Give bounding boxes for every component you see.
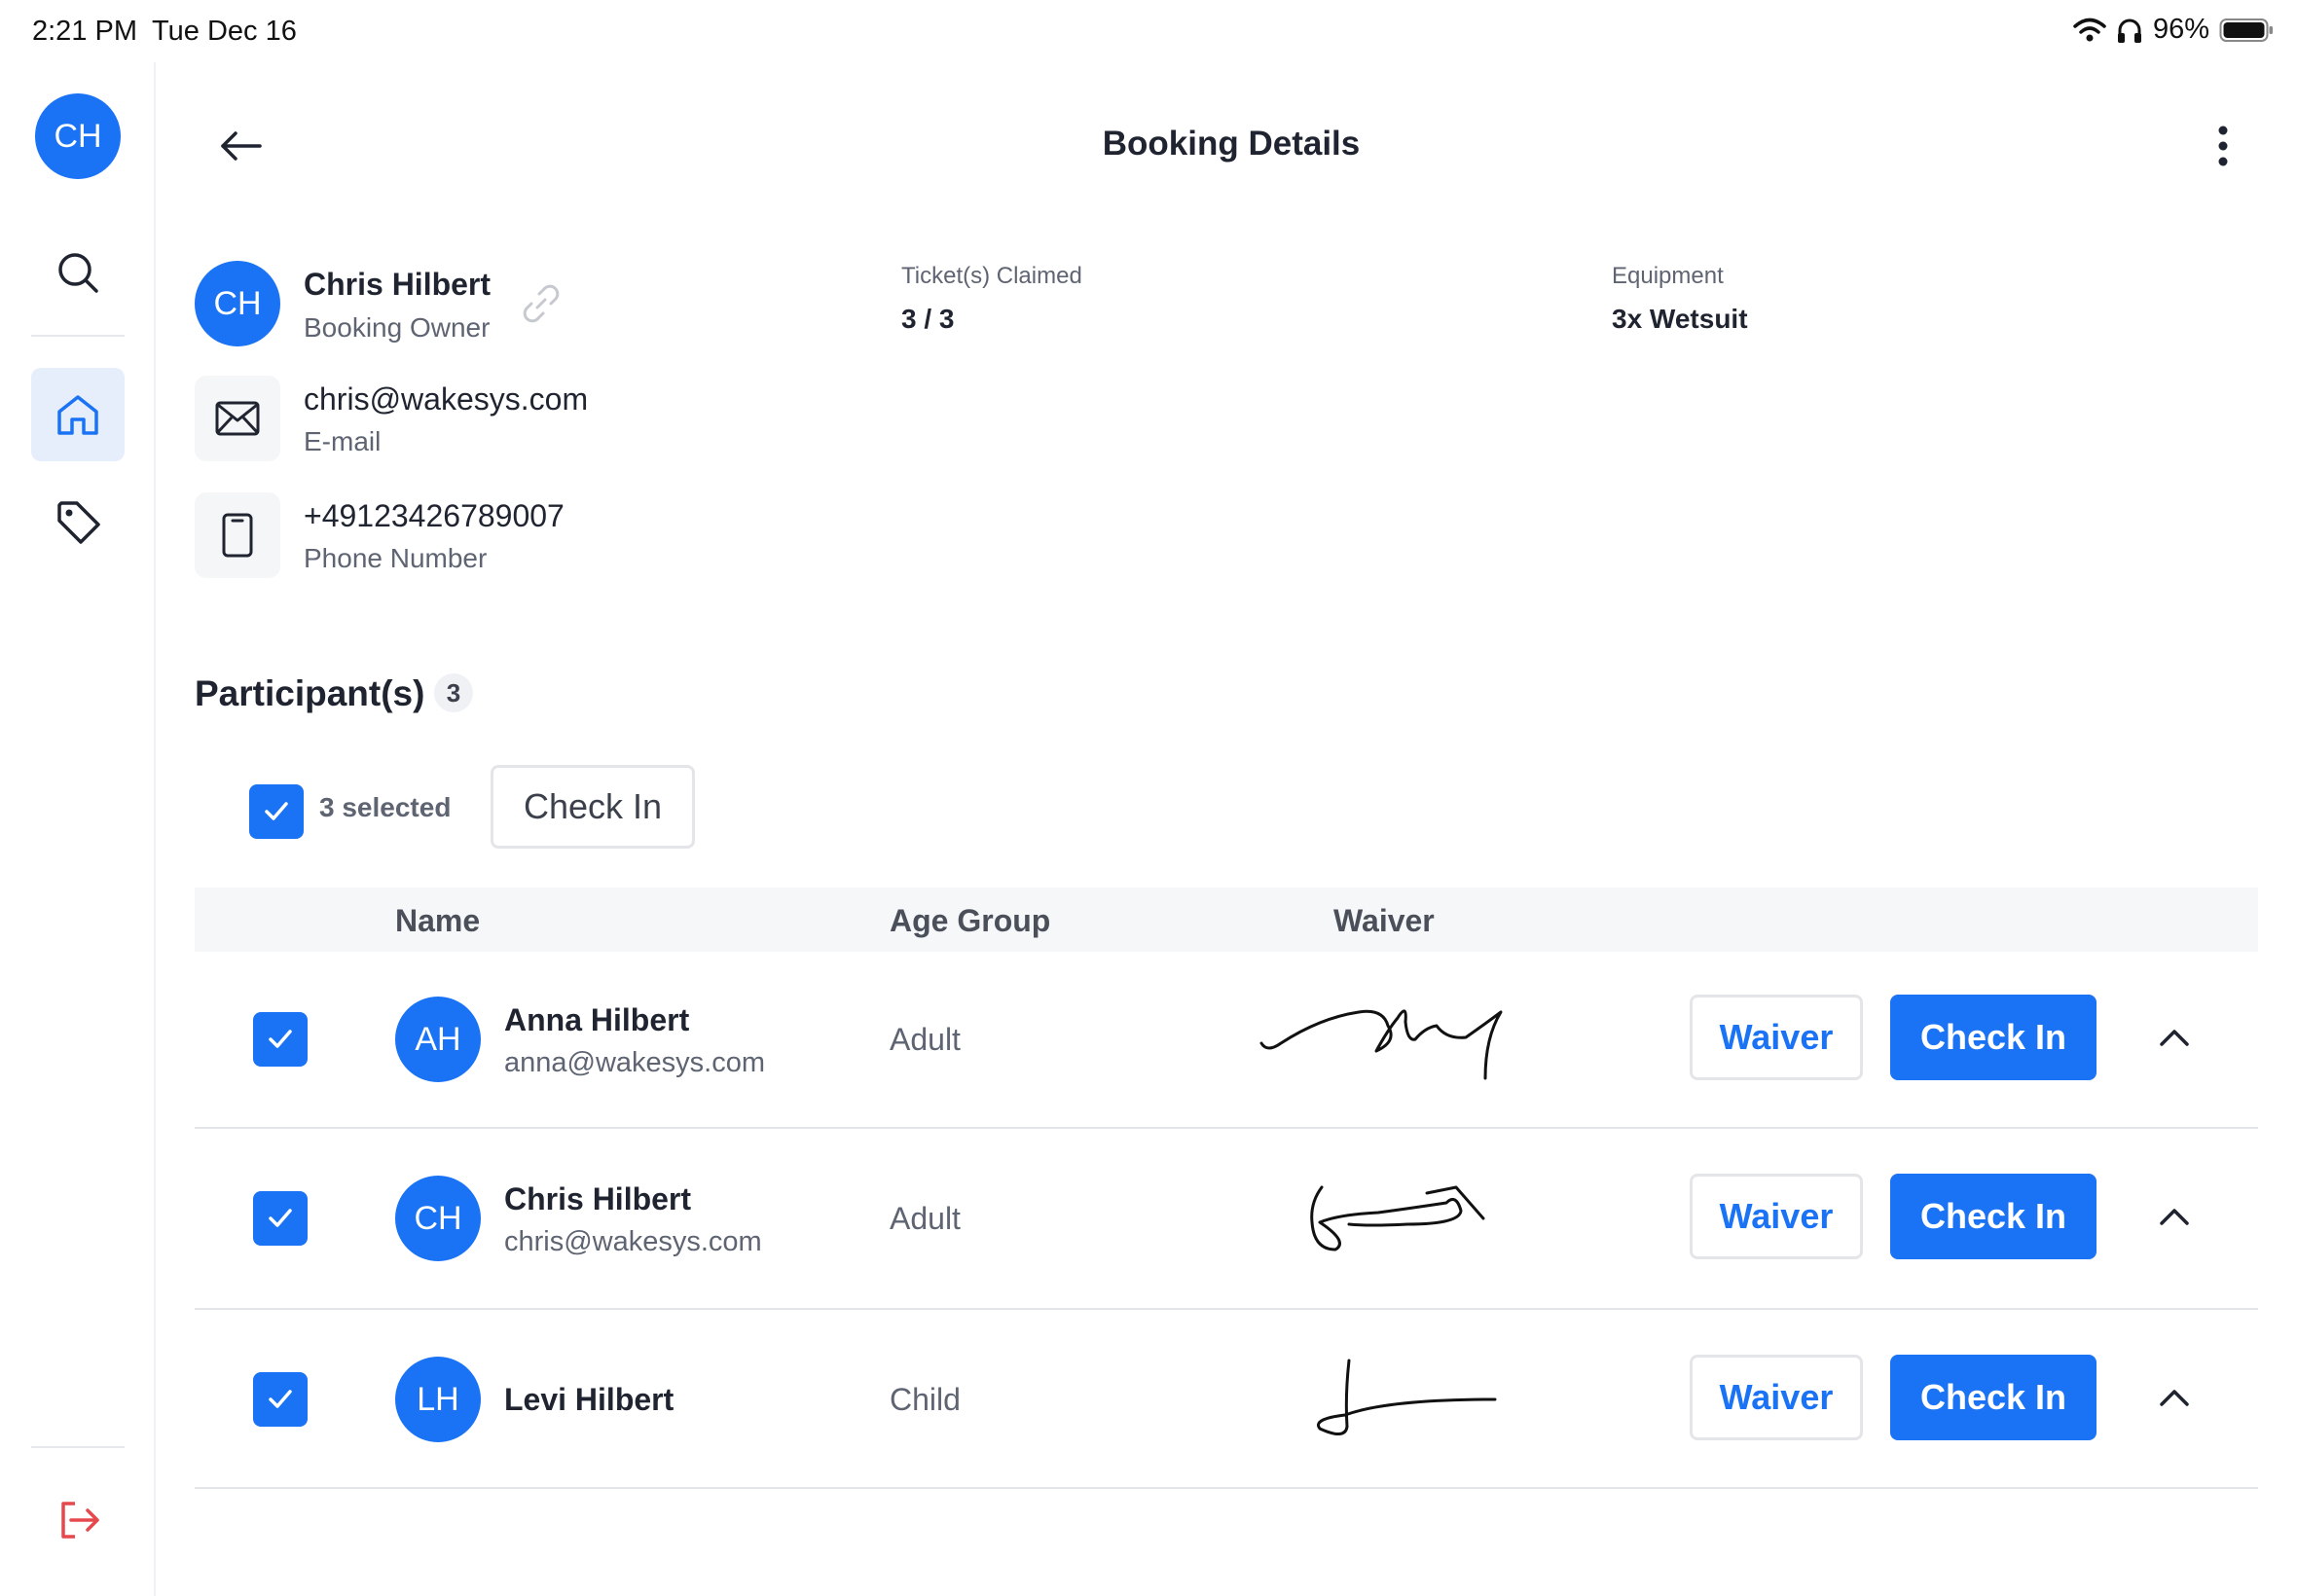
headphones-icon — [2116, 17, 2143, 44]
check-in-button[interactable]: Check In — [1890, 1174, 2096, 1259]
check-icon — [265, 1024, 296, 1055]
status-time: 2:21 PM — [32, 16, 137, 47]
row-divider — [195, 1308, 2258, 1310]
sidebar: CH — [0, 62, 156, 1596]
sidebar-item-home[interactable] — [31, 368, 125, 461]
participant-avatar: AH — [395, 997, 481, 1082]
row-divider — [195, 1127, 2258, 1129]
row-divider — [195, 1487, 2258, 1489]
waiver-signature — [1252, 1164, 1544, 1271]
search-icon — [55, 249, 101, 296]
column-header-waiver: Waiver — [1333, 903, 1435, 938]
email-icon-box — [195, 376, 280, 461]
row-checkbox[interactable] — [253, 1372, 308, 1427]
column-header-name: Name — [395, 903, 481, 938]
wifi-icon — [2073, 17, 2106, 44]
participant-age-group: Adult — [890, 1201, 961, 1236]
sidebar-divider — [31, 335, 125, 337]
email-label: E-mail — [304, 426, 382, 456]
link-icon[interactable] — [520, 282, 563, 325]
row-checkbox[interactable] — [253, 1191, 308, 1246]
owner-role: Booking Owner — [304, 312, 491, 343]
chevron-up-icon — [2158, 1028, 2191, 1047]
table-header — [195, 888, 2258, 952]
logout-icon — [54, 1496, 102, 1544]
selected-count: 3 selected — [319, 792, 452, 822]
tickets-value: 3 / 3 — [901, 304, 955, 334]
owner-name: Chris Hilbert — [304, 267, 492, 302]
back-button[interactable] — [212, 117, 271, 175]
row-checkbox[interactable] — [253, 1012, 308, 1067]
battery-icon — [2219, 17, 2274, 44]
participant-avatar: CH — [395, 1176, 481, 1261]
mail-icon — [214, 399, 261, 438]
equipment-label: Equipment — [1612, 263, 1724, 289]
waiver-button[interactable]: Waiver — [1690, 995, 1863, 1080]
more-vertical-icon — [2217, 125, 2229, 167]
participant-email: chris@wakesys.com — [504, 1226, 762, 1257]
waiver-signature — [1252, 983, 1544, 1090]
home-icon — [54, 390, 102, 439]
participants-count-badge: 3 — [434, 673, 473, 712]
sidebar-item-logout[interactable] — [31, 1473, 125, 1567]
battery-percent: 96% — [2152, 14, 2209, 45]
waiver-signature — [1252, 1347, 1544, 1454]
page-title: Booking Details — [1102, 125, 1361, 163]
participant-email: anna@wakesys.com — [504, 1047, 765, 1078]
arrow-left-icon — [219, 129, 264, 163]
phone-label: Phone Number — [304, 543, 488, 573]
equipment-value: 3x Wetsuit — [1612, 304, 1748, 334]
waiver-button[interactable]: Waiver — [1690, 1174, 1863, 1259]
sidebar-item-search[interactable] — [31, 226, 125, 319]
tickets-label: Ticket(s) Claimed — [901, 263, 1082, 289]
owner-phone[interactable]: +49123426789007 — [304, 498, 565, 534]
participant-age-group: Adult — [890, 1022, 961, 1057]
tag-icon — [54, 497, 102, 546]
phone-icon-box — [195, 492, 280, 578]
participant-avatar: LH — [395, 1357, 481, 1442]
expand-toggle[interactable] — [2147, 1010, 2202, 1065]
user-avatar[interactable]: CH — [35, 93, 121, 179]
check-icon — [265, 1384, 296, 1415]
column-header-age-group: Age Group — [890, 903, 1051, 938]
owner-avatar: CH — [195, 261, 280, 346]
check-in-button[interactable]: Check In — [1890, 995, 2096, 1080]
status-bar: 2:21 PM Tue Dec 16 96% — [0, 0, 2297, 62]
more-options-button[interactable] — [2194, 117, 2252, 175]
participants-title: Participant(s) — [195, 673, 425, 713]
phone-icon — [220, 512, 255, 559]
participant-name: Anna Hilbert — [504, 1002, 690, 1037]
status-date: Tue Dec 16 — [152, 16, 297, 47]
participant-age-group: Child — [890, 1382, 961, 1417]
chevron-up-icon — [2158, 1207, 2191, 1226]
check-icon — [261, 796, 292, 827]
chevron-up-icon — [2158, 1388, 2191, 1407]
check-in-button[interactable]: Check In — [1890, 1355, 2096, 1440]
select-all-checkbox[interactable] — [249, 784, 304, 839]
owner-email[interactable]: chris@wakesys.com — [304, 381, 588, 417]
participant-name: Chris Hilbert — [504, 1181, 692, 1216]
waiver-button[interactable]: Waiver — [1690, 1355, 1863, 1440]
bulk-check-in-button[interactable]: Check In — [491, 765, 695, 849]
participant-name: Levi Hilbert — [504, 1382, 675, 1417]
sidebar-item-tags[interactable] — [31, 475, 125, 568]
expand-toggle[interactable] — [2147, 1189, 2202, 1244]
check-icon — [265, 1203, 296, 1234]
sidebar-divider — [31, 1446, 125, 1448]
expand-toggle[interactable] — [2147, 1370, 2202, 1425]
status-indicators: 96% — [2073, 14, 2274, 46]
